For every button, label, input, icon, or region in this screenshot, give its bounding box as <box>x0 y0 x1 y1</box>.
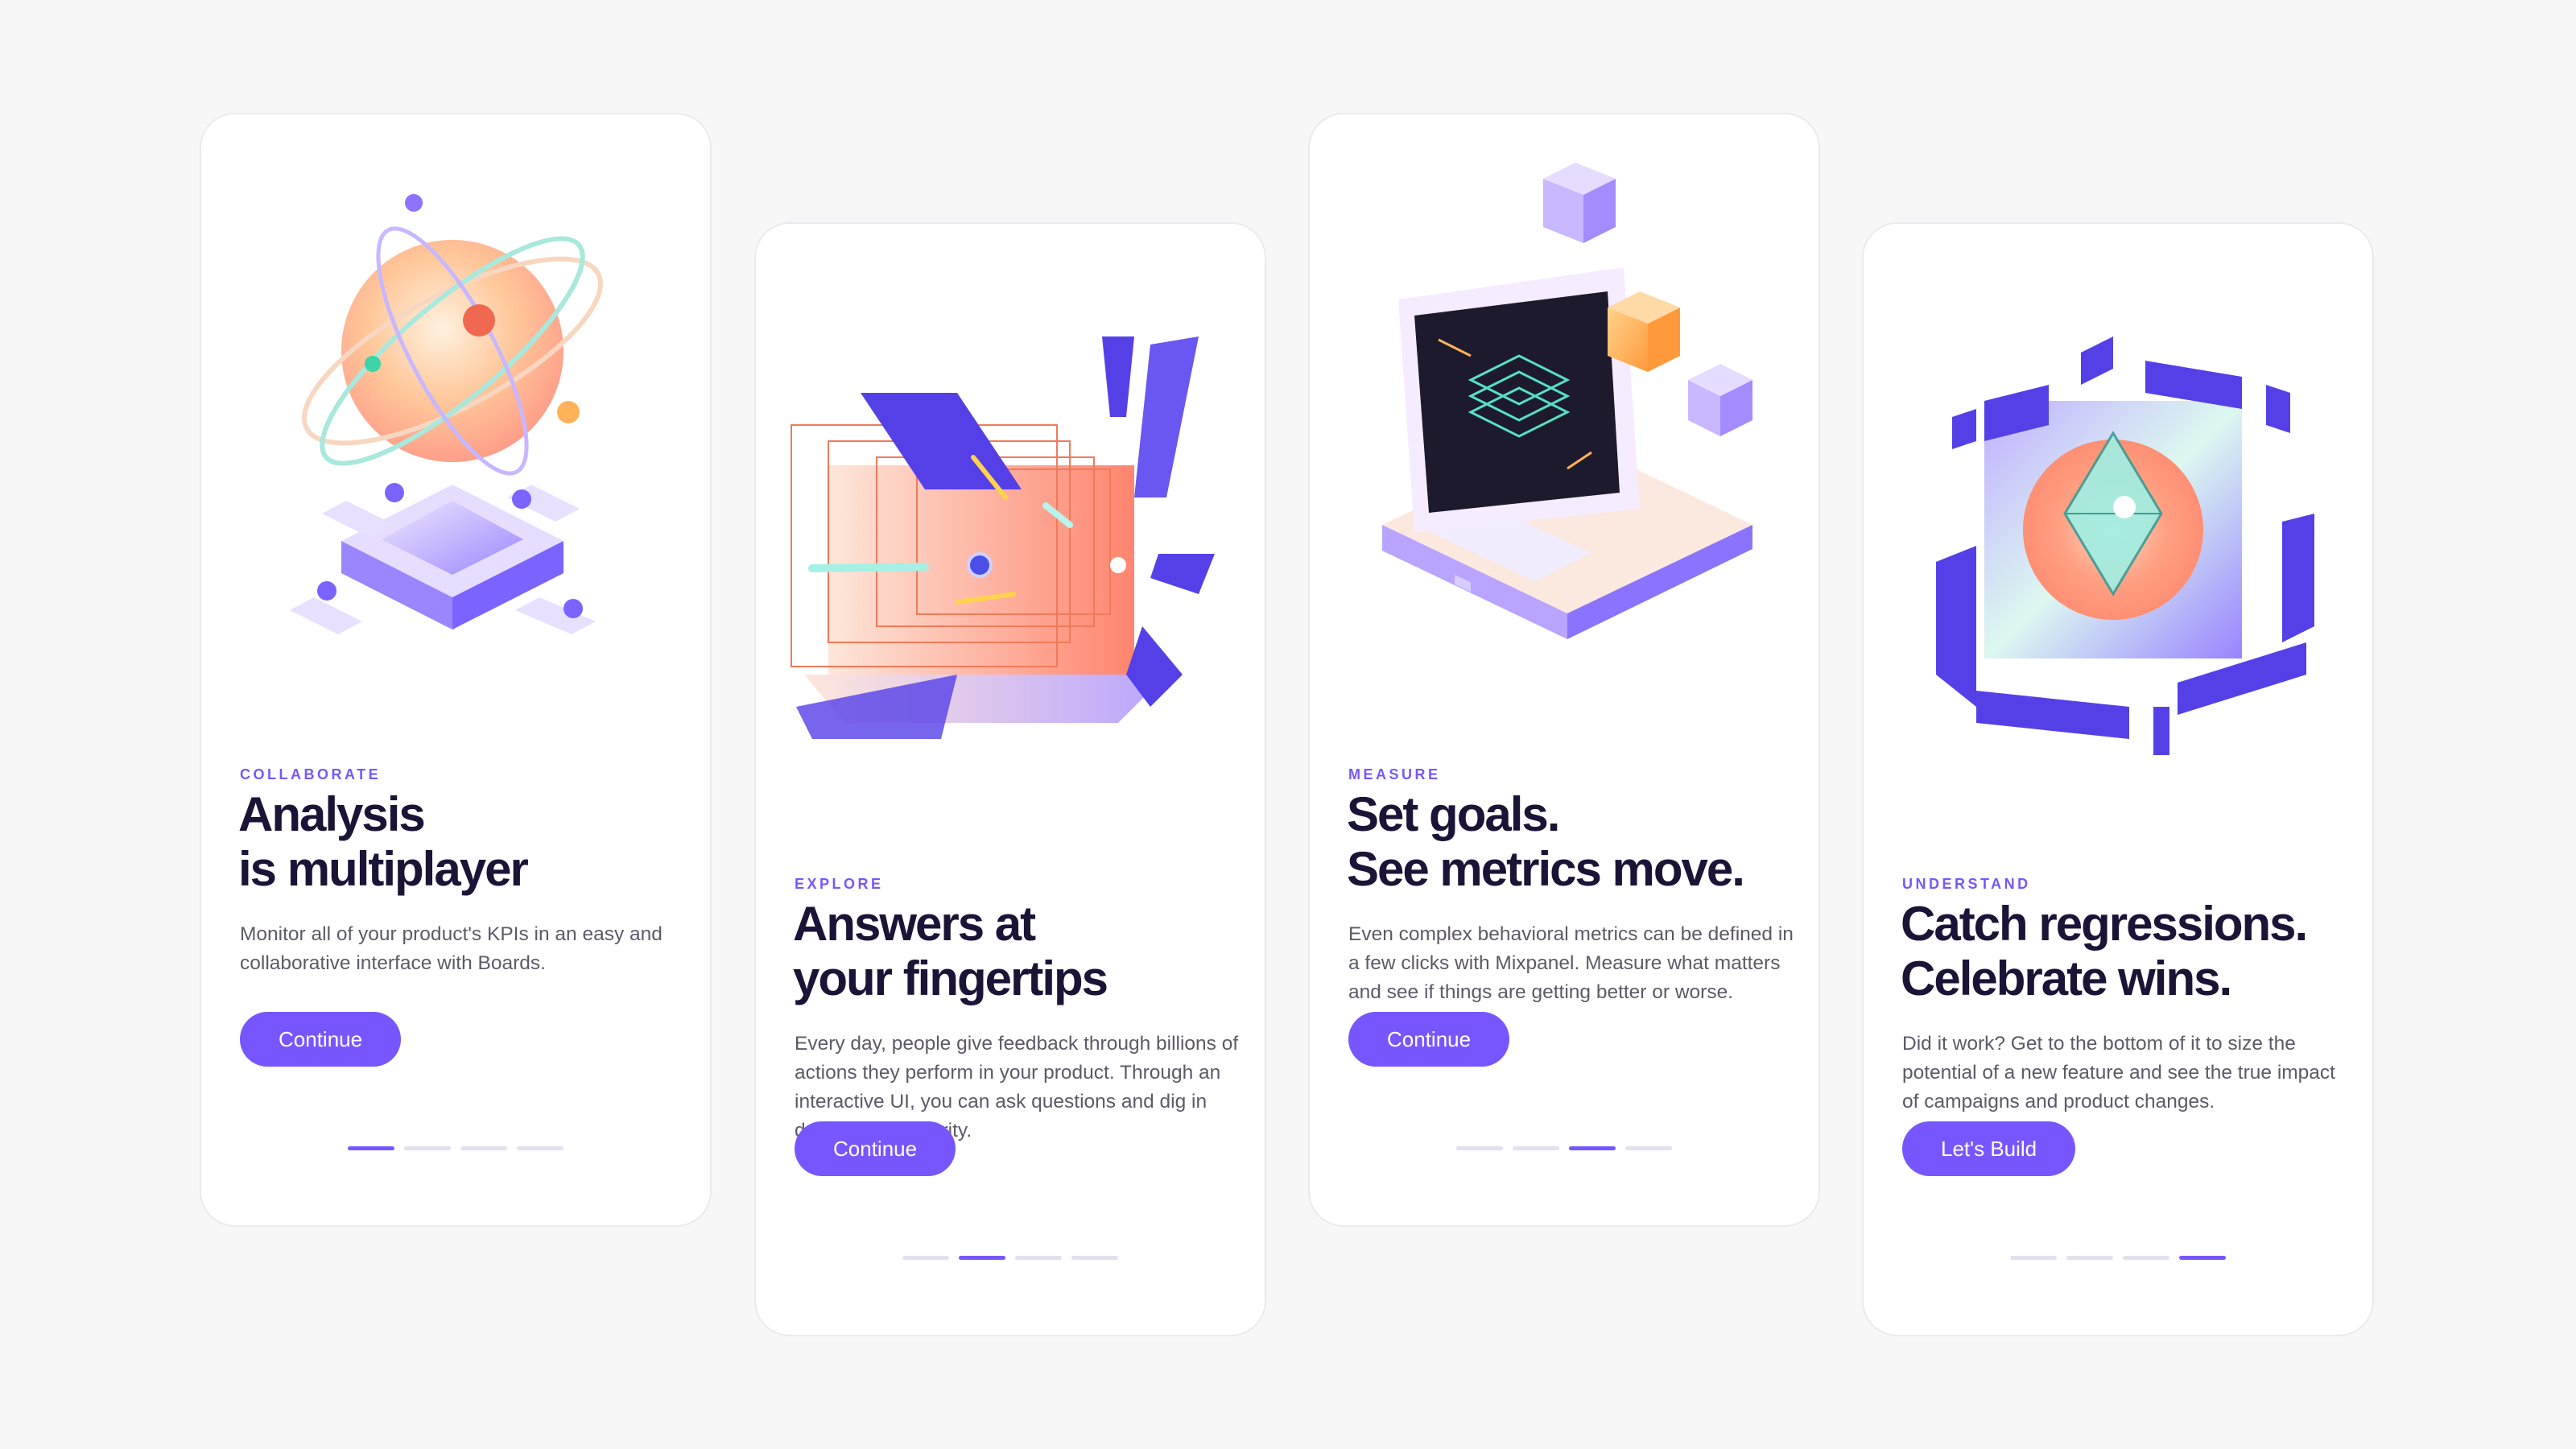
page-dot-2[interactable] <box>959 1256 1005 1260</box>
card-title: Catch regressions. Celebrate wins. <box>1901 897 2308 1005</box>
page-dot-2[interactable] <box>404 1146 451 1150</box>
page-dot-3[interactable] <box>2123 1256 2169 1260</box>
onboarding-card-measure: MEASURE Set goals. See metrics move. Eve… <box>1308 113 1820 1227</box>
crystal-cube-illustration <box>1888 256 2351 868</box>
page-dot-1[interactable] <box>2010 1256 2057 1260</box>
continue-button[interactable]: Continue <box>240 1012 402 1067</box>
onboarding-card-collaborate: COLLABORATE Analysis is multiplayer Moni… <box>200 113 712 1227</box>
page-dot-2[interactable] <box>2066 1256 2113 1260</box>
page-dot-4[interactable] <box>1625 1146 1672 1150</box>
light-tunnel-illustration <box>780 256 1244 868</box>
continue-button[interactable]: Continue <box>795 1121 956 1176</box>
continue-button[interactable]: Continue <box>1348 1012 1510 1067</box>
onboarding-card-explore: EXPLORE Answers at your fingertips Every… <box>754 222 1266 1336</box>
lets-build-button[interactable]: Let's Build <box>1902 1121 2076 1176</box>
retro-computer-illustration <box>1334 147 1798 758</box>
pagination-dots <box>201 1146 710 1150</box>
page-dot-3[interactable] <box>1569 1146 1616 1150</box>
onboarding-card-understand: UNDERSTAND Catch regressions. Celebrate … <box>1862 222 2374 1336</box>
page-dot-1[interactable] <box>348 1146 394 1150</box>
page-dot-4[interactable] <box>517 1146 564 1150</box>
page-dot-1[interactable] <box>1456 1146 1503 1150</box>
card-eyebrow: COLLABORATE <box>240 766 382 782</box>
card-description: Even complex behavioral metrics can be d… <box>1348 923 1794 1003</box>
page-dot-4[interactable] <box>2179 1256 2226 1260</box>
page-dot-3[interactable] <box>460 1146 507 1150</box>
card-description: Did it work? Get to the bottom of it to … <box>1902 1033 2335 1113</box>
page-dot-1[interactable] <box>902 1256 949 1260</box>
card-eyebrow: EXPLORE <box>795 876 884 892</box>
card-eyebrow: UNDERSTAND <box>1902 876 2031 892</box>
card-title: Analysis is multiplayer <box>238 787 529 896</box>
card-title: Set goals. See metrics move. <box>1347 787 1745 896</box>
card-description: Monitor all of your product's KPIs in an… <box>240 923 663 974</box>
card-title: Answers at your fingertips <box>793 897 1108 1005</box>
page-dot-2[interactable] <box>1513 1146 1559 1150</box>
orbiting-planet-illustration <box>225 147 689 758</box>
page-dot-4[interactable] <box>1071 1256 1118 1260</box>
page-dot-3[interactable] <box>1015 1256 1062 1260</box>
pagination-dots <box>756 1256 1265 1260</box>
card-eyebrow: MEASURE <box>1348 766 1441 782</box>
pagination-dots <box>1864 1256 2372 1260</box>
pagination-dots <box>1310 1146 1818 1150</box>
